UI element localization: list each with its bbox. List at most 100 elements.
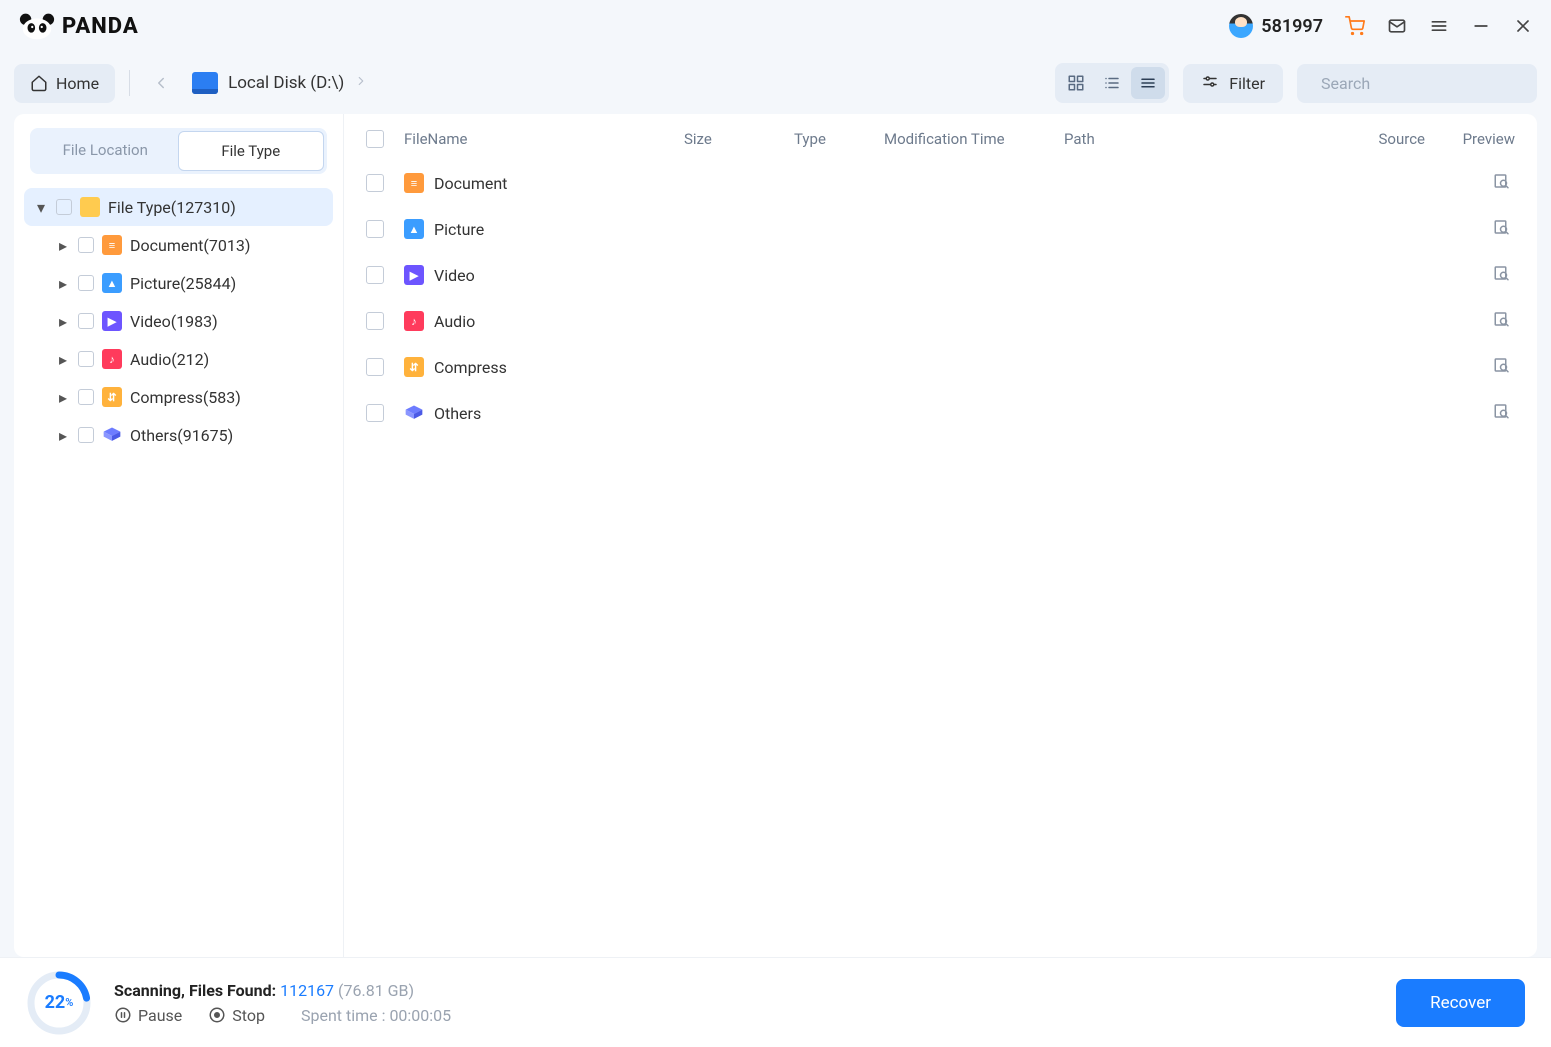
disk-icon: [192, 72, 218, 94]
filter-label: Filter: [1229, 74, 1265, 93]
file-row[interactable]: ⇵Compress: [344, 344, 1537, 390]
user-chip[interactable]: 581997: [1229, 14, 1323, 38]
checkbox[interactable]: [366, 174, 384, 192]
chevron-right-icon[interactable]: ▸: [56, 390, 70, 404]
doc-icon: ≡: [102, 235, 122, 255]
home-label: Home: [56, 74, 99, 93]
file-row[interactable]: ≡ Document: [344, 160, 1537, 206]
select-all-checkbox[interactable]: [366, 130, 384, 148]
col-path[interactable]: Path: [1064, 130, 1335, 148]
back-button[interactable]: [144, 66, 178, 100]
zip-icon: ⇵: [102, 387, 122, 407]
view-mode-group: [1055, 63, 1169, 103]
file-list: ≡ Document ▲ Picture ▶Video♪Audio⇵CompressOt…: [344, 160, 1537, 957]
search-box[interactable]: [1297, 64, 1537, 103]
checkbox[interactable]: [366, 404, 384, 422]
file-name: Video: [434, 266, 475, 285]
preview-button[interactable]: [1493, 264, 1515, 286]
scan-size: (76.81 GB): [338, 981, 414, 1000]
chevron-right-icon: [354, 73, 368, 93]
col-source[interactable]: Source: [1335, 130, 1425, 148]
checkbox[interactable]: [78, 237, 94, 253]
preview-button[interactable]: [1493, 402, 1515, 424]
menu-icon[interactable]: [1429, 16, 1449, 36]
checkbox[interactable]: [366, 220, 384, 238]
filter-button[interactable]: Filter: [1183, 64, 1283, 103]
titlebar: PANDA 581997: [0, 0, 1551, 52]
sidebar: File Location File Type ▾ File Type(1273…: [14, 114, 344, 957]
checkbox[interactable]: [78, 351, 94, 367]
file-name: Document: [434, 174, 507, 193]
file-row[interactable]: Others: [344, 390, 1537, 436]
mail-icon[interactable]: [1387, 16, 1407, 36]
preview-button[interactable]: [1493, 218, 1515, 240]
chevron-right-icon[interactable]: ▸: [56, 428, 70, 442]
col-filename[interactable]: FileName: [404, 130, 684, 148]
file-row[interactable]: ♪Audio: [344, 298, 1537, 344]
file-row[interactable]: ▲ Picture: [344, 206, 1537, 252]
view-grid-button[interactable]: [1059, 67, 1093, 99]
checkbox[interactable]: [78, 427, 94, 443]
checkbox[interactable]: [78, 389, 94, 405]
spent-time: Spent time : 00:00:05: [301, 1006, 451, 1025]
pause-button[interactable]: Pause: [114, 1006, 182, 1025]
preview-button[interactable]: [1493, 310, 1515, 332]
stop-button[interactable]: Stop: [208, 1006, 265, 1025]
pic-icon: ▲: [102, 273, 122, 293]
main: File Location File Type ▾ File Type(1273…: [0, 114, 1551, 957]
close-button[interactable]: [1513, 16, 1533, 36]
tree-item[interactable]: ▸≡Document(7013): [46, 226, 333, 264]
chevron-right-icon[interactable]: ▸: [56, 314, 70, 328]
tree-item[interactable]: ▸ ▲ Picture(25844): [46, 264, 333, 302]
scan-info: Scanning, Files Found: 112167 (76.81 GB)…: [114, 981, 451, 1025]
tab-file-location[interactable]: File Location: [33, 131, 178, 171]
tree-item[interactable]: ▸♪Audio(212): [46, 340, 333, 378]
tab-file-type[interactable]: File Type: [178, 131, 325, 171]
cart-icon[interactable]: [1345, 16, 1365, 36]
breadcrumb: Local Disk (D:\): [192, 72, 368, 94]
tree-label: Compress(583): [130, 388, 241, 407]
scan-count: 112167: [280, 981, 334, 1000]
checkbox[interactable]: [366, 266, 384, 284]
minimize-button[interactable]: [1471, 16, 1491, 36]
tree-label: Picture(25844): [130, 274, 236, 293]
tree-item[interactable]: ▸▶Video(1983): [46, 302, 333, 340]
tree-item[interactable]: ▸ ⇵ Compress(583): [46, 378, 333, 416]
vid-icon: ▶: [102, 311, 122, 331]
tree-label: Audio(212): [130, 350, 209, 369]
chevron-down-icon[interactable]: ▾: [34, 200, 48, 214]
view-detail-button[interactable]: [1095, 67, 1129, 99]
tree-root-file-type[interactable]: ▾ File Type(127310): [24, 188, 333, 226]
recover-button[interactable]: Recover: [1396, 979, 1525, 1027]
checkbox[interactable]: [78, 313, 94, 329]
user-id: 581997: [1261, 16, 1323, 37]
search-input[interactable]: [1321, 74, 1524, 93]
breadcrumb-label[interactable]: Local Disk (D:\): [228, 73, 344, 93]
col-preview[interactable]: Preview: [1425, 130, 1515, 148]
chevron-right-icon[interactable]: ▸: [56, 352, 70, 366]
scan-status-label: Scanning, Files Found:: [114, 981, 276, 1000]
col-type[interactable]: Type: [794, 130, 884, 148]
view-list-button[interactable]: [1131, 67, 1165, 99]
preview-button[interactable]: [1493, 356, 1515, 378]
col-size[interactable]: Size: [684, 130, 794, 148]
footer: 22% Scanning, Files Found: 112167 (76.81…: [0, 957, 1551, 1047]
preview-button[interactable]: [1493, 172, 1515, 194]
file-row[interactable]: ▶Video: [344, 252, 1537, 298]
progress-percent: 22: [45, 992, 66, 1013]
avatar-icon: [1229, 14, 1253, 38]
file-name: Picture: [434, 220, 484, 239]
tree-item[interactable]: ▸Others(91675): [46, 416, 333, 454]
home-button[interactable]: Home: [14, 64, 115, 103]
doc-icon: ≡: [404, 173, 424, 193]
chevron-right-icon[interactable]: ▸: [56, 238, 70, 252]
checkbox[interactable]: [56, 199, 72, 215]
zip-icon: ⇵: [404, 357, 424, 377]
col-modification[interactable]: Modification Time: [884, 130, 1064, 148]
checkbox[interactable]: [366, 358, 384, 376]
checkbox[interactable]: [366, 312, 384, 330]
pic-icon: ▲: [404, 219, 424, 239]
checkbox[interactable]: [78, 275, 94, 291]
aud-icon: ♪: [404, 311, 424, 331]
chevron-right-icon[interactable]: ▸: [56, 276, 70, 290]
